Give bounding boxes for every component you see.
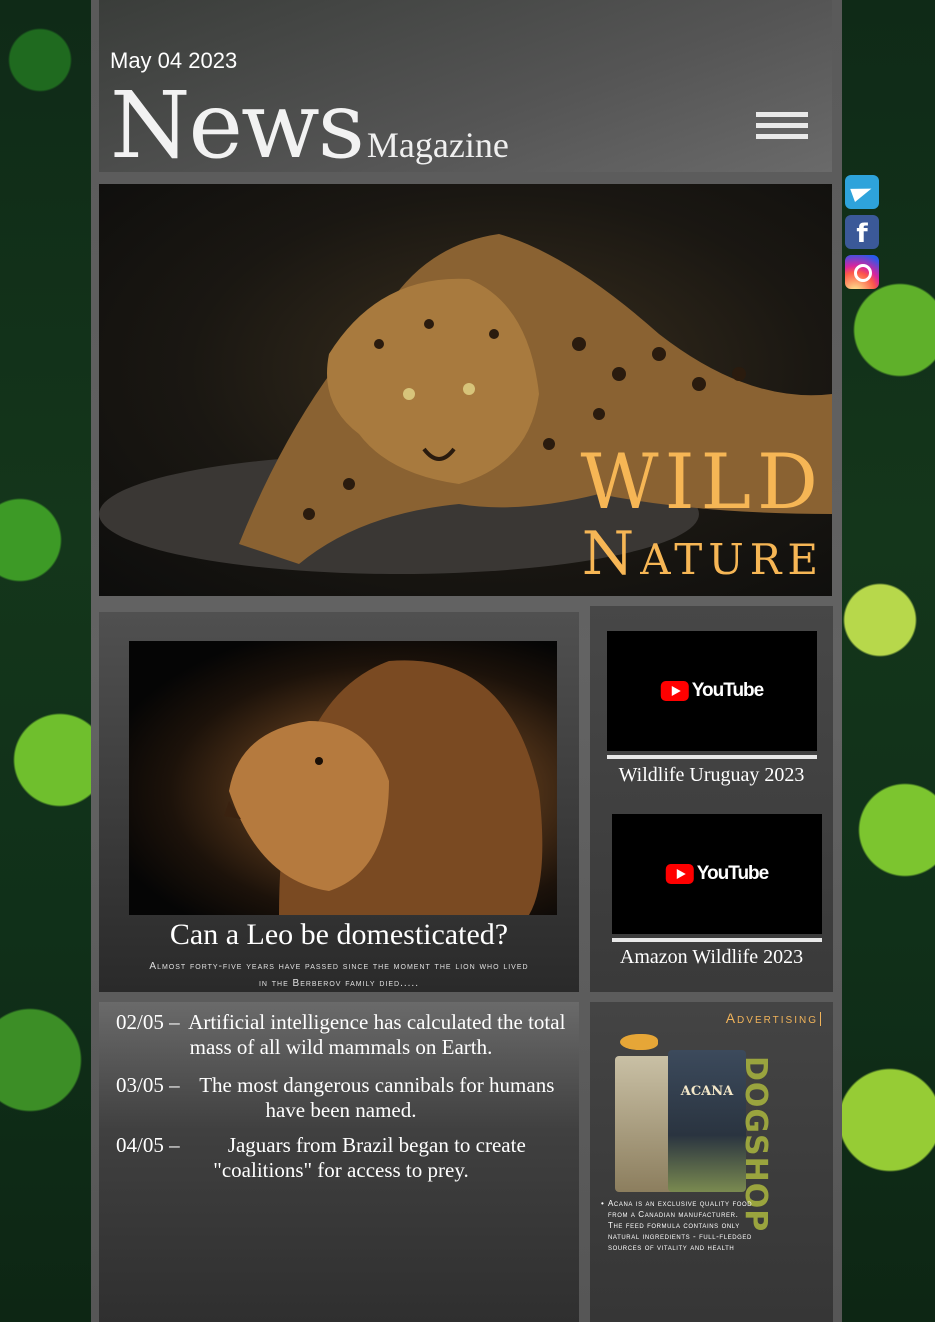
- video-thumbnail[interactable]: YouTube: [607, 631, 817, 759]
- news-text: Artificial intelligence has calculated t…: [188, 1010, 566, 1059]
- facebook-icon[interactable]: f: [845, 215, 879, 249]
- article-title[interactable]: Can a Leo be domesticated?: [99, 918, 579, 952]
- ad-description: Acana is an exclusive quality food from …: [601, 1198, 753, 1253]
- brand-logo[interactable]: News Magazine: [110, 72, 509, 179]
- youtube-play-icon: [665, 864, 694, 884]
- news-item[interactable]: 04/05 – Jaguars from Brazil began to cre…: [116, 1133, 566, 1183]
- featured-article[interactable]: Can a Leo be domesticated? Almost forty-…: [99, 612, 579, 992]
- news-date: 03/05 –: [116, 1073, 180, 1097]
- lion-image[interactable]: [129, 641, 557, 915]
- news-date: 02/05 –: [116, 1010, 180, 1034]
- news-item[interactable]: 02/05 – Artificial intelligence has calc…: [116, 1010, 566, 1060]
- video-progress-bar[interactable]: [612, 938, 822, 942]
- news-list: 02/05 – Artificial intelligence has calc…: [99, 1002, 579, 1322]
- social-links: f: [845, 175, 879, 295]
- hero-banner[interactable]: WILD Nature: [99, 184, 832, 596]
- lion-illustration: [224, 660, 543, 915]
- brand-magazine: Magazine: [366, 125, 509, 165]
- brand-news: News: [110, 72, 365, 179]
- product-bag-image: ACANA: [668, 1050, 746, 1192]
- video-caption[interactable]: Wildlife Uruguay 2023: [590, 764, 833, 787]
- issue-date: May 04 2023: [110, 48, 238, 73]
- hero-title-line2: Nature: [581, 519, 824, 589]
- running-dog-icon: [620, 1034, 658, 1050]
- telegram-icon[interactable]: [845, 175, 879, 209]
- advertising-panel[interactable]: Advertising ACANA DOGSHOP Acana is an ex…: [590, 1002, 833, 1322]
- video-panel: YouTube Wildlife Uruguay 2023 YouTube Am…: [590, 606, 833, 992]
- youtube-play-icon: [660, 681, 689, 701]
- news-date: 04/05 –: [116, 1133, 180, 1157]
- news-item[interactable]: 03/05 – The most dangerous cannibals for…: [116, 1073, 566, 1123]
- news-text: The most dangerous cannibals for humans …: [199, 1073, 555, 1122]
- hero-title: WILD Nature: [580, 437, 824, 589]
- youtube-wordmark: YouTube: [691, 680, 764, 701]
- hero-title-line1: WILD: [580, 437, 824, 526]
- header: May 04 2023 News Magazine: [99, 0, 832, 179]
- advertising-label: Advertising: [726, 1010, 821, 1026]
- youtube-logo[interactable]: YouTube: [665, 863, 769, 885]
- product-name: ACANA: [680, 1084, 734, 1099]
- article-subtitle: Almost forty-five years have passed sinc…: [149, 961, 529, 989]
- instagram-icon[interactable]: [845, 255, 879, 289]
- youtube-logo[interactable]: YouTube: [660, 680, 764, 702]
- video-progress-bar[interactable]: [607, 755, 817, 759]
- hamburger-menu-icon[interactable]: [756, 112, 808, 142]
- video-caption[interactable]: Amazon Wildlife 2023: [590, 946, 833, 969]
- news-text: Jaguars from Brazil began to create "coa…: [213, 1133, 526, 1182]
- youtube-wordmark: YouTube: [696, 863, 769, 884]
- video-thumbnail[interactable]: YouTube: [612, 814, 822, 942]
